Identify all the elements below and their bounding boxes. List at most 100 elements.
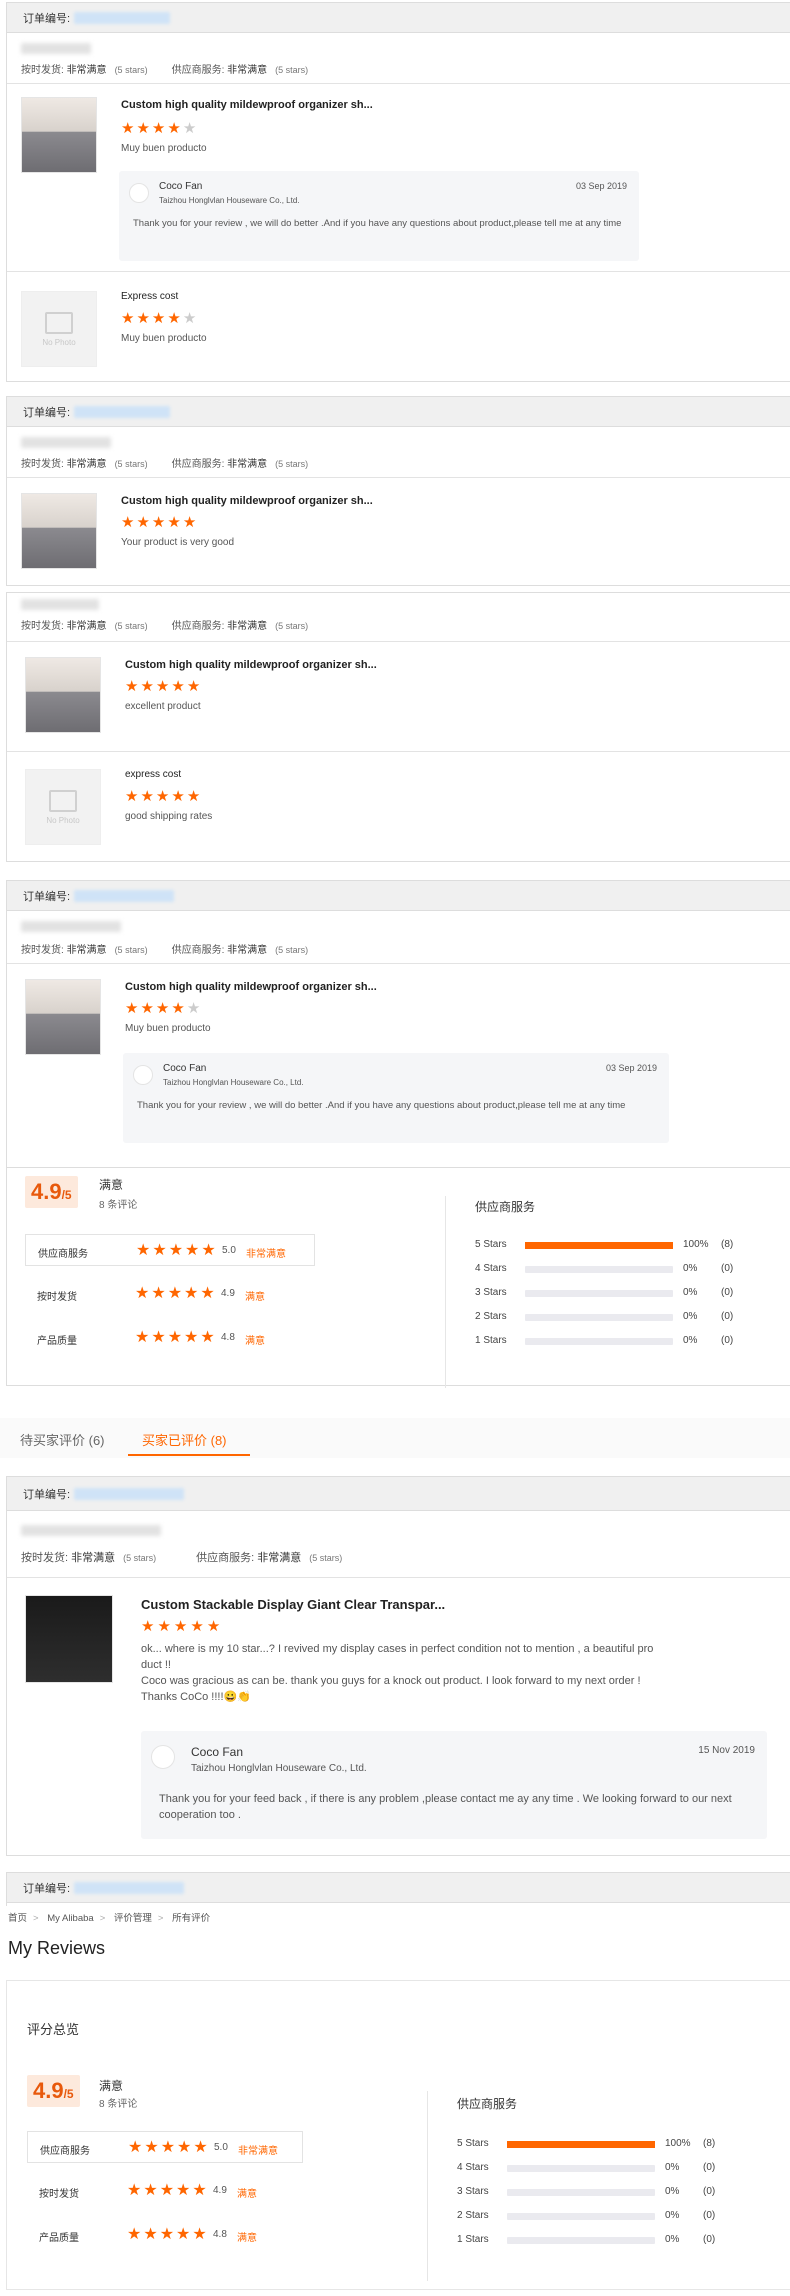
product-thumbnail[interactable] xyxy=(25,979,101,1055)
breadcrumb-home[interactable]: 首页 xyxy=(8,1913,27,1924)
star-filled-icon: ★ xyxy=(151,310,166,327)
distribution-label: 2 Stars xyxy=(475,1311,507,1322)
supplier-reply: Coco Fan Taizhou Honglvlan Houseware Co.… xyxy=(123,1053,669,1143)
distribution-label: 4 Stars xyxy=(475,1263,507,1274)
distribution-row: 2 Stars 0% (0) xyxy=(475,1310,765,1324)
product-thumbnail[interactable] xyxy=(25,1595,113,1683)
distribution-count: (0) xyxy=(703,2162,716,2173)
distribution-percent: 0% xyxy=(665,2234,680,2245)
star-filled-icon: ★ xyxy=(206,1618,221,1635)
breadcrumb-all-reviews[interactable]: 所有评价 xyxy=(172,1913,210,1924)
distribution-percent: 100% xyxy=(665,2138,691,2149)
star-rating: ★ ★ ★ ★ ★ xyxy=(121,515,196,530)
product-title[interactable]: Custom high quality mildewproof organize… xyxy=(125,981,377,993)
star-filled-icon: ★ xyxy=(182,514,197,531)
distribution-bar-track xyxy=(507,2237,655,2244)
star-filled-icon: ★ xyxy=(125,678,139,695)
overall-score: 4.9/5 xyxy=(25,1176,78,1208)
distribution-row: 4 Stars 0% (0) xyxy=(475,1262,765,1276)
distribution-label: 5 Stars xyxy=(475,1239,507,1250)
order-number-blurred xyxy=(74,1487,185,1500)
star-filled-icon: ★ xyxy=(125,788,139,805)
distribution-percent: 0% xyxy=(683,1287,698,1298)
distribution-row: 2 Stars 0% (0) xyxy=(457,2209,747,2223)
buyer-name-blurred xyxy=(21,1525,161,1536)
no-photo-placeholder: No Photo xyxy=(25,769,101,845)
star-rating: ★ ★ ★ ★ ★ xyxy=(121,121,196,136)
star-filled-icon: ★ xyxy=(173,1618,188,1635)
tab-buyer-reviewed[interactable]: 买家已评价 (8) xyxy=(142,1430,227,1449)
distribution-row: 3 Stars 0% (0) xyxy=(457,2185,747,2199)
star-filled-icon: ★ xyxy=(127,2226,142,2243)
satisfaction-label: 满意 xyxy=(99,1178,124,1192)
product-thumbnail[interactable] xyxy=(21,97,97,173)
distribution-count: (0) xyxy=(703,2210,716,2221)
star-rating: ★ ★ ★ ★ ★ xyxy=(125,789,200,804)
distribution-percent: 0% xyxy=(665,2210,680,2221)
distribution-label: 2 Stars xyxy=(457,2210,489,2221)
star-filled-icon: ★ xyxy=(151,120,166,137)
product-title[interactable]: Custom Stackable Display Giant Clear Tra… xyxy=(141,1597,445,1612)
buyer-name-blurred xyxy=(21,43,91,54)
star-filled-icon: ★ xyxy=(184,1285,199,1302)
order-number-blurred xyxy=(74,1881,185,1894)
distribution-label: 5 Stars xyxy=(457,2138,489,2149)
star-filled-icon: ★ xyxy=(193,2139,208,2156)
order-ratings: 按时发货: 非常满意 (5 stars) 供应商服务: 非常满意 (5 stars) xyxy=(21,621,309,632)
buyer-name-blurred xyxy=(21,437,111,448)
order-block: 订单编号: 按时发货: 非常满意 (5 stars) 供应商服务: 非常满意 (5 s… xyxy=(6,1476,790,1856)
product-title[interactable]: Custom high quality mildewproof organize… xyxy=(125,659,377,671)
product-title[interactable]: Express cost xyxy=(121,291,178,302)
star-filled-icon: ★ xyxy=(176,2182,191,2199)
overview-title: 评分总览 xyxy=(27,2022,80,2037)
breadcrumb-my-alibaba[interactable]: My Alibaba xyxy=(47,1913,93,1924)
distribution-label: 1 Stars xyxy=(457,2234,489,2245)
distribution-bar-track xyxy=(507,2141,655,2148)
distribution-count: (8) xyxy=(721,1239,734,1250)
star-filled-icon: ★ xyxy=(201,1242,216,1259)
star-empty-icon: ★ xyxy=(182,120,197,137)
star-filled-icon: ★ xyxy=(143,2182,158,2199)
star-filled-icon: ★ xyxy=(157,1618,171,1635)
star-filled-icon: ★ xyxy=(171,678,185,695)
chevron-right-icon: > xyxy=(157,1913,164,1924)
order-block: 订单编号: 按时发货: 非常满意 (5 stars) 供应商服务: 非常满意 (5 s… xyxy=(6,396,790,586)
tab-pending-reviews[interactable]: 待买家评价 (6) xyxy=(20,1430,105,1449)
distribution-percent: 0% xyxy=(665,2162,680,2173)
no-photo-placeholder: No Photo xyxy=(21,291,97,367)
rating-summary: 评分总览 4.9/5 满意 8 条评论 供应商服务 ★ ★ ★ ★ ★ 5.0 非常满意 按时… xyxy=(6,1980,790,2290)
product-thumbnail[interactable] xyxy=(21,493,97,569)
distribution-percent: 0% xyxy=(683,1311,698,1322)
distribution-bar-fill xyxy=(525,1242,673,1249)
star-filled-icon: ★ xyxy=(168,1242,184,1259)
review-text: Your product is very good xyxy=(121,537,235,548)
star-filled-icon: ★ xyxy=(136,310,150,327)
overall-score: 4.9/5 xyxy=(27,2075,80,2107)
distribution-bar-track xyxy=(525,1290,673,1297)
product-title[interactable]: Custom high quality mildewproof organize… xyxy=(121,99,373,111)
distribution-bar-track xyxy=(507,2165,655,2172)
review-text: Muy buen producto xyxy=(121,333,207,344)
star-filled-icon: ★ xyxy=(121,310,135,327)
distribution-percent: 0% xyxy=(683,1335,698,1346)
order-ratings: 按时发货: 非常满意 (5 stars) 供应商服务: 非常满意 (5 stars) xyxy=(21,945,309,956)
star-filled-icon: ★ xyxy=(184,1329,199,1346)
distribution-count: (0) xyxy=(703,2234,716,2245)
review-text: Muy buen producto xyxy=(121,143,207,154)
star-filled-icon: ★ xyxy=(121,120,135,137)
product-title[interactable]: express cost xyxy=(125,769,181,780)
star-filled-icon: ★ xyxy=(155,678,170,695)
product-title[interactable]: Custom high quality mildewproof organize… xyxy=(121,495,373,507)
product-thumbnail[interactable] xyxy=(25,657,101,733)
order-block: 按时发货: 非常满意 (5 stars) 供应商服务: 非常满意 (5 stars) … xyxy=(6,592,790,862)
metric-supplier-service: 供应商服务 ★ ★ ★ ★ ★ 5.0 非常满意 xyxy=(27,2131,303,2163)
star-rating: ★ ★ ★ ★ ★ xyxy=(121,311,196,326)
distribution-bar-track xyxy=(525,1338,673,1345)
star-filled-icon: ★ xyxy=(152,1242,167,1259)
order-block: 订单编号: 按时发货: 非常满意 (5 stars) 供应商服务: 非常满意 (5 s… xyxy=(6,880,790,1168)
distribution-count: (0) xyxy=(721,1263,734,1274)
breadcrumb-review-management[interactable]: 评价管理 xyxy=(114,1913,152,1924)
rating-summary: 4.9/5 满意 8 条评论 供应商服务 ★ ★ ★ ★ ★ 5.0 非常满意 按时发货 ★ ★ ★… xyxy=(6,1168,790,1388)
chevron-right-icon: > xyxy=(33,1913,39,1924)
star-filled-icon: ★ xyxy=(167,120,181,137)
